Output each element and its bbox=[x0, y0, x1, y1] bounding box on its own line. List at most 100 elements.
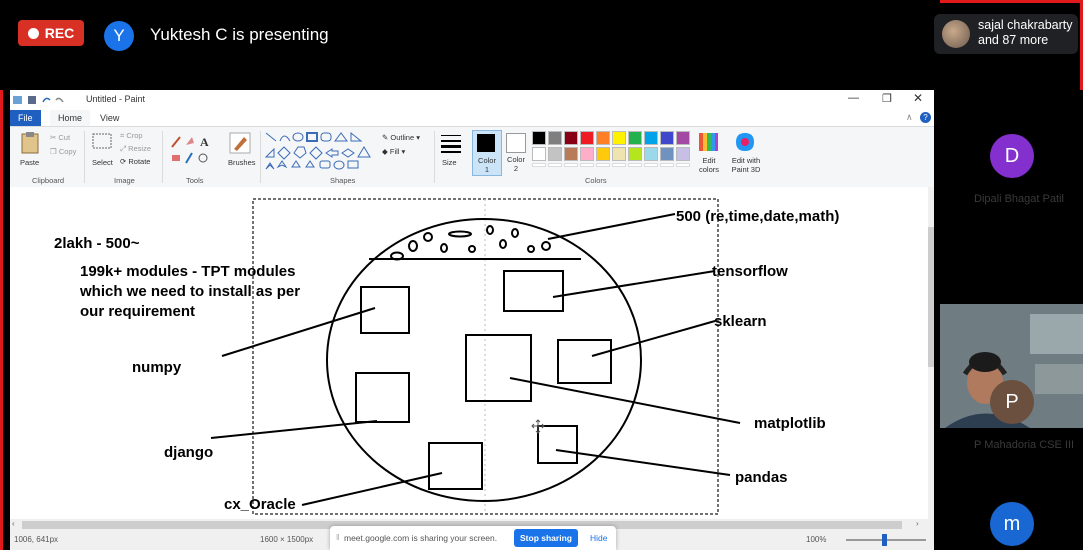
maximize-icon[interactable]: ❐ bbox=[882, 92, 892, 105]
scroll-right-icon[interactable]: › bbox=[916, 519, 919, 528]
note-line-1: 2lakh - 500~ bbox=[54, 235, 140, 252]
palette-swatch[interactable] bbox=[644, 131, 658, 145]
vertical-scrollbar[interactable] bbox=[928, 187, 934, 519]
move-cursor-icon bbox=[531, 419, 545, 434]
resize-button[interactable]: ⤢ Resize bbox=[120, 144, 151, 154]
divider bbox=[162, 131, 163, 183]
label-stdlib: 500 (re,time,date,math) bbox=[676, 208, 840, 225]
help-icon[interactable]: ? bbox=[920, 112, 931, 123]
palette-swatch[interactable] bbox=[628, 131, 642, 145]
participant-avatar-m[interactable]: m bbox=[990, 502, 1034, 546]
palette-empty-slot[interactable] bbox=[628, 163, 642, 167]
palette-swatch[interactable] bbox=[660, 147, 674, 161]
copy-button[interactable]: ❐ Copy bbox=[50, 147, 76, 156]
palette-swatch[interactable] bbox=[612, 131, 626, 145]
palette-swatch[interactable] bbox=[548, 147, 562, 161]
palette-swatch[interactable] bbox=[596, 147, 610, 161]
stop-sharing-button[interactable]: Stop sharing bbox=[514, 529, 578, 547]
zoom-slider[interactable] bbox=[846, 534, 926, 546]
scroll-left-icon[interactable]: ‹ bbox=[12, 519, 15, 528]
minimize-icon[interactable]: — bbox=[848, 92, 859, 104]
participants-label: sajal chakrabarty and 87 more bbox=[978, 18, 1073, 47]
palette-swatch[interactable] bbox=[532, 131, 546, 145]
module-boxes bbox=[355, 270, 612, 490]
color-palette[interactable] bbox=[532, 131, 712, 167]
outline-button[interactable]: ✎ Outline ▾ bbox=[382, 133, 420, 142]
label-django: django bbox=[164, 444, 214, 461]
palette-empty-slot[interactable] bbox=[548, 163, 562, 167]
participant-name-d: Dipali Bhagat Patil bbox=[974, 193, 1064, 205]
participants-panel[interactable]: sajal chakrabarty and 87 more bbox=[934, 14, 1078, 54]
palette-swatch[interactable] bbox=[580, 131, 594, 145]
paste-icon[interactable] bbox=[20, 131, 42, 155]
palette-swatch[interactable] bbox=[660, 131, 674, 145]
quick-access-icon[interactable] bbox=[13, 94, 71, 106]
tab-view[interactable]: View bbox=[92, 110, 127, 126]
palette-swatch[interactable] bbox=[612, 147, 626, 161]
color2-label[interactable]: Color 2 bbox=[504, 155, 528, 173]
palette-swatch[interactable] bbox=[580, 147, 594, 161]
palette-empty-slot[interactable] bbox=[532, 163, 546, 167]
select-label[interactable]: Select bbox=[92, 158, 113, 167]
palette-empty-slot[interactable] bbox=[660, 163, 674, 167]
label-tensorflow: tensorflow bbox=[712, 263, 788, 280]
note-line-2: 199k+ modules - TPT modules bbox=[80, 263, 296, 280]
brushes-icon[interactable] bbox=[228, 131, 252, 155]
palette-empty-slot[interactable] bbox=[676, 163, 690, 167]
zoom-level: 100% bbox=[806, 535, 827, 544]
brushes-label[interactable]: Brushes bbox=[228, 158, 256, 167]
paint-canvas[interactable]: 2lakh - 500~ 199k+ modules - TPT modules… bbox=[10, 187, 928, 519]
label-matplotlib: matplotlib bbox=[754, 415, 826, 432]
shapes-group-label: Shapes bbox=[330, 176, 356, 185]
collapse-ribbon-icon[interactable]: ∧ bbox=[906, 112, 913, 123]
note-line-3: which we need to install as per bbox=[80, 283, 301, 300]
palette-swatch[interactable] bbox=[644, 147, 658, 161]
select-icon[interactable] bbox=[92, 133, 112, 151]
palette-swatch[interactable] bbox=[564, 147, 578, 161]
palette-empty-slot[interactable] bbox=[564, 163, 578, 167]
paint3d-icon[interactable] bbox=[734, 131, 756, 153]
palette-swatch[interactable] bbox=[564, 131, 578, 145]
participant-name-p: P Mahadoria CSE III bbox=[974, 439, 1075, 451]
color2-swatch[interactable] bbox=[506, 133, 526, 153]
color1-button[interactable]: Color 1 bbox=[472, 130, 502, 176]
hide-button[interactable]: Hide bbox=[590, 533, 607, 543]
participant-avatar-p[interactable]: P bbox=[990, 380, 1034, 424]
vertical-scroll-thumb[interactable] bbox=[928, 227, 934, 367]
close-icon[interactable]: ✕ bbox=[913, 91, 923, 105]
palette-swatch[interactable] bbox=[596, 131, 610, 145]
tab-file[interactable]: File bbox=[10, 110, 41, 126]
edit-colors-label[interactable]: Edit colors bbox=[692, 156, 726, 174]
cut-label: Cut bbox=[58, 133, 71, 142]
palette-swatch[interactable] bbox=[628, 147, 642, 161]
image-group-label: Image bbox=[114, 176, 135, 185]
zoom-slider-thumb[interactable] bbox=[882, 534, 887, 546]
paste-label[interactable]: Paste bbox=[20, 158, 39, 167]
rec-label: REC bbox=[44, 25, 75, 41]
fill-label: Fill bbox=[389, 147, 400, 156]
edit-colors-icon[interactable] bbox=[697, 131, 719, 153]
crop-label: Crop bbox=[126, 131, 143, 140]
palette-swatch[interactable] bbox=[548, 131, 562, 145]
palette-swatch[interactable] bbox=[532, 147, 546, 161]
participant-avatar-d[interactable]: D bbox=[990, 134, 1034, 178]
label-sklearn: sklearn bbox=[714, 313, 767, 330]
palette-empty-slot[interactable] bbox=[580, 163, 594, 167]
cut-button[interactable]: ✂ Cut bbox=[50, 133, 70, 142]
palette-empty-slot[interactable] bbox=[596, 163, 610, 167]
palette-swatch[interactable] bbox=[676, 131, 690, 145]
color1-label: Color 1 bbox=[478, 156, 496, 174]
palette-empty-slot[interactable] bbox=[644, 163, 658, 167]
drag-handle-icon[interactable]: ‖ bbox=[336, 532, 340, 542]
paint3d-label[interactable]: Edit with Paint 3D bbox=[724, 156, 768, 174]
tools-icons[interactable]: A bbox=[170, 133, 218, 167]
shapes-gallery-icon[interactable] bbox=[264, 131, 374, 171]
palette-empty-slot[interactable] bbox=[612, 163, 626, 167]
tools-group-label: Tools bbox=[186, 176, 204, 185]
size-label[interactable]: Size bbox=[442, 158, 457, 167]
palette-swatch[interactable] bbox=[676, 147, 690, 161]
rotate-button[interactable]: ⟳ Rotate bbox=[120, 157, 150, 166]
size-icon[interactable] bbox=[440, 133, 462, 153]
fill-button[interactable]: ◆ Fill ▾ bbox=[382, 147, 405, 156]
crop-button[interactable]: ⌗ Crop bbox=[120, 131, 143, 141]
